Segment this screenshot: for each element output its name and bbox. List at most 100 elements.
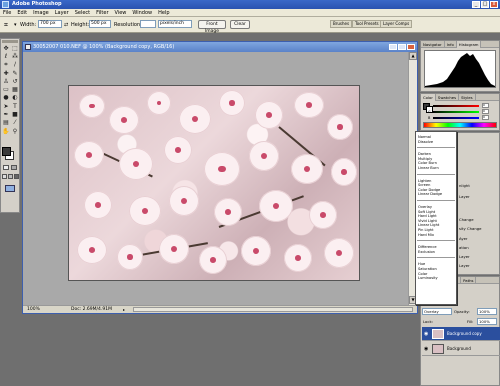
blend-mode-option[interactable]: Exclusion: [418, 250, 435, 254]
zoom-level[interactable]: 100%: [27, 306, 40, 313]
blend-mode-option[interactable]: Dissolve: [418, 140, 433, 144]
color-ramp[interactable]: [423, 122, 497, 128]
notes-icon[interactable]: ▤: [2, 119, 10, 126]
dodge-icon[interactable]: ◐: [11, 94, 19, 101]
layer-row-background[interactable]: ◉ Background: [422, 342, 500, 356]
blend-mode-option[interactable]: Hard Light: [418, 214, 437, 218]
slider-r-track[interactable]: [433, 105, 479, 107]
document-titlebar[interactable]: 30052007 010.NEF @ 100% (Background copy…: [23, 42, 417, 52]
blend-mode-option[interactable]: Lighten: [418, 179, 431, 183]
crop-icon[interactable]: ⌗: [2, 61, 10, 68]
screen-mode-full-menu-icon[interactable]: [8, 174, 13, 179]
slider-r-value[interactable]: 0: [482, 103, 489, 108]
pen-icon[interactable]: ✒: [2, 111, 10, 118]
tab-swatches[interactable]: Swatches: [436, 94, 460, 101]
menu-window[interactable]: Window: [129, 9, 155, 17]
tab-histogram[interactable]: Histogram: [456, 41, 482, 48]
opacity-input[interactable]: 100%: [477, 308, 497, 315]
doc-minimize-button[interactable]: [389, 44, 397, 50]
horizontal-scrollbar[interactable]: [133, 307, 413, 312]
crop-tool-icon[interactable]: ⌗: [4, 21, 12, 29]
canvas-area[interactable]: [23, 52, 408, 305]
tab-brushes[interactable]: Brushes: [330, 20, 353, 28]
hand-icon[interactable]: ✋: [2, 128, 10, 135]
maximize-button[interactable]: □: [481, 1, 489, 8]
blend-mode-option[interactable]: Luminosity: [418, 276, 438, 280]
tab-styles[interactable]: Styles: [459, 94, 476, 101]
blend-mode-option[interactable]: Linear Light: [418, 223, 439, 227]
standard-mode-icon[interactable]: [3, 165, 9, 170]
resolution-unit-select[interactable]: pixels/inch: [158, 20, 192, 28]
swap-dimensions-icon[interactable]: ⇄: [64, 22, 68, 28]
width-input[interactable]: 700 px: [38, 20, 62, 28]
imageready-icon[interactable]: [5, 185, 15, 192]
layer-row-background-copy[interactable]: ◉ Background copy: [422, 327, 500, 341]
menu-file[interactable]: File: [0, 9, 14, 17]
tab-color[interactable]: Color: [421, 94, 436, 101]
blend-mode-option[interactable]: Hard Mix: [418, 233, 434, 237]
slider-b-value[interactable]: 0: [482, 115, 489, 120]
quick-mask-icon[interactable]: [11, 165, 17, 170]
menu-layer[interactable]: Layer: [52, 9, 72, 17]
magic-wand-icon[interactable]: ⁂: [11, 53, 19, 60]
slider-r[interactable]: R 0: [428, 103, 489, 108]
slider-g[interactable]: G 0: [428, 109, 489, 114]
menu-select[interactable]: Select: [72, 9, 93, 17]
stamp-icon[interactable]: ♙: [2, 78, 10, 85]
fill-input[interactable]: 100%: [477, 318, 497, 325]
blend-mode-option[interactable]: Overlay: [418, 205, 432, 209]
path-select-icon[interactable]: ➤: [2, 103, 10, 110]
blend-mode-option[interactable]: Color: [418, 272, 427, 276]
blend-mode-option[interactable]: Pin Light: [418, 228, 433, 232]
close-button[interactable]: x: [490, 1, 498, 8]
eye-icon[interactable]: ◉: [424, 327, 428, 341]
clear-button[interactable]: Clear: [230, 20, 250, 29]
blend-mode-option[interactable]: Multiply: [418, 157, 432, 161]
screen-mode-full-icon[interactable]: [14, 174, 19, 179]
blur-icon[interactable]: ●: [2, 94, 10, 101]
screen-mode-standard-icon[interactable]: [2, 174, 7, 179]
slider-b[interactable]: B 0: [428, 115, 489, 120]
blend-mode-option[interactable]: Normal: [418, 135, 431, 139]
brush-icon[interactable]: ✎: [11, 70, 19, 77]
slice-icon[interactable]: ∕: [11, 61, 19, 68]
blend-mode-option[interactable]: Color Dodge: [418, 188, 440, 192]
blend-mode-option[interactable]: Screen: [418, 183, 430, 187]
blend-mode-option[interactable]: Linear Burn: [418, 166, 439, 170]
foreground-color-swatch[interactable]: [2, 147, 11, 156]
healing-icon[interactable]: ✚: [2, 70, 10, 77]
tab-navigator[interactable]: Navigator: [421, 41, 445, 48]
toolbox-grip[interactable]: [2, 40, 18, 43]
doc-maximize-button[interactable]: [398, 44, 406, 50]
slider-b-track[interactable]: [433, 117, 479, 119]
move-icon[interactable]: ✥: [2, 45, 10, 52]
status-menu-arrow-icon[interactable]: ▸: [123, 307, 129, 312]
layer-blend-mode-select[interactable]: Overlay: [422, 308, 452, 315]
lasso-icon[interactable]: ℓ: [2, 53, 10, 60]
eraser-icon[interactable]: ▭: [2, 86, 10, 93]
blend-mode-option[interactable]: Soft Light: [418, 210, 435, 214]
gradient-icon[interactable]: ▦: [11, 86, 19, 93]
tab-info[interactable]: Info: [445, 41, 457, 48]
tab-paths[interactable]: Paths: [461, 277, 477, 284]
resolution-input[interactable]: [140, 20, 156, 28]
eye-icon[interactable]: ◉: [424, 342, 428, 356]
tab-tool-presets[interactable]: Tool Presets: [352, 20, 382, 28]
blend-mode-option[interactable]: Vivid Light: [418, 219, 437, 223]
minimize-button[interactable]: _: [472, 1, 480, 8]
menu-filter[interactable]: Filter: [93, 9, 111, 17]
marquee-icon[interactable]: ⬚: [11, 45, 19, 52]
tab-layer-comps[interactable]: Layer Comps: [380, 20, 413, 28]
menu-view[interactable]: View: [112, 9, 130, 17]
tool-preset-arrow-icon[interactable]: ▾: [14, 22, 17, 28]
slider-g-value[interactable]: 0: [482, 109, 489, 114]
blend-mode-option[interactable]: Linear Dodge: [418, 192, 442, 196]
height-input[interactable]: 500 px: [89, 20, 111, 28]
scroll-up-icon[interactable]: ▲: [409, 52, 417, 60]
front-image-button[interactable]: Front Image: [198, 20, 226, 34]
blend-mode-option[interactable]: Hue: [418, 262, 425, 266]
blend-mode-option[interactable]: Difference: [418, 245, 437, 249]
zoom-icon[interactable]: ⚲: [11, 128, 19, 135]
blend-mode-option[interactable]: Darken: [418, 152, 431, 156]
eyedropper-icon[interactable]: ⁄: [11, 119, 19, 126]
